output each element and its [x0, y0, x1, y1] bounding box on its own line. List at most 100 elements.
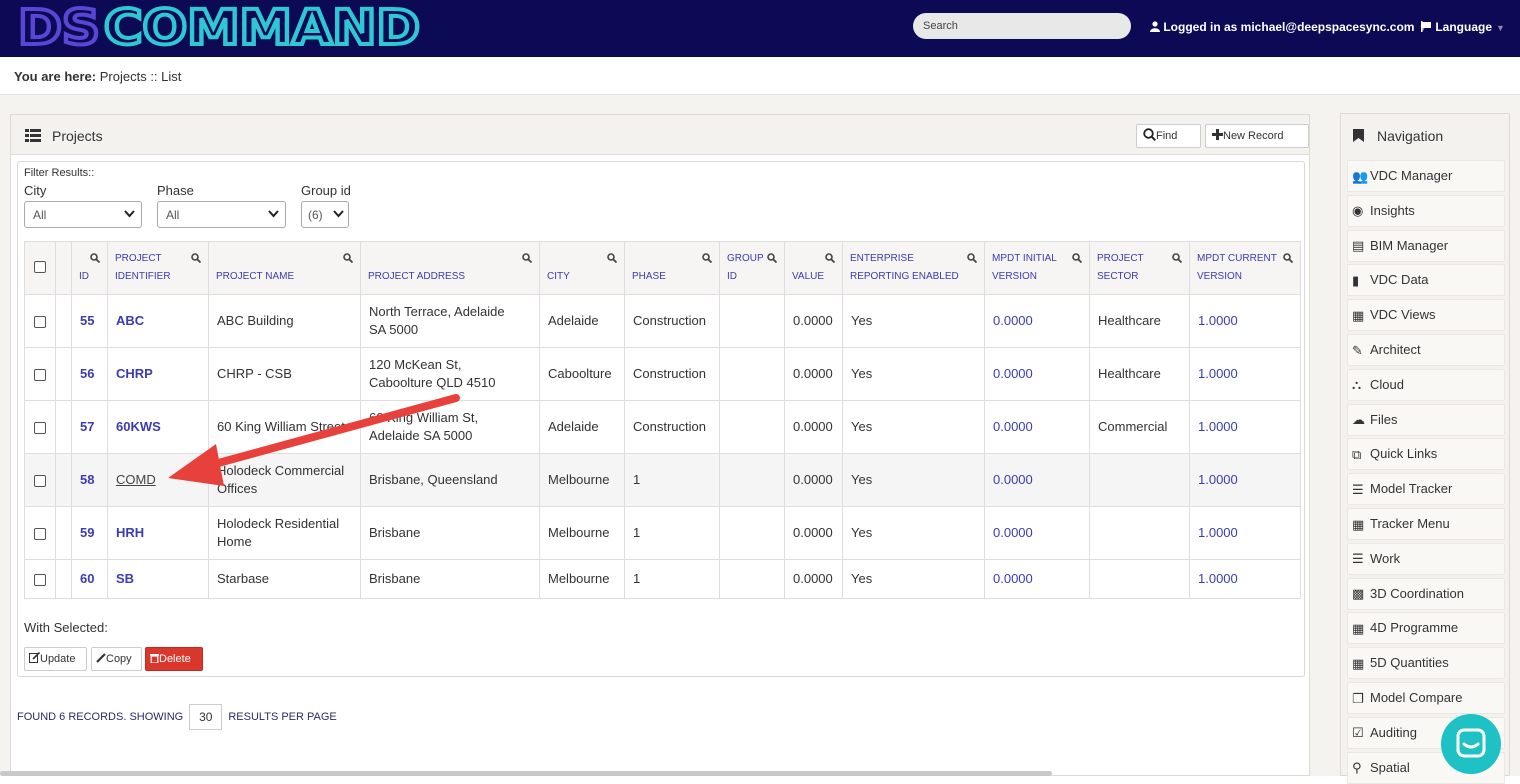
search-icon[interactable]	[967, 253, 977, 263]
column-header-project-name[interactable]: PROJECT NAME	[208, 241, 361, 295]
search-icon[interactable]	[191, 253, 201, 263]
nav-item-vdc-manager[interactable]: 👥 VDC Manager	[1347, 160, 1505, 192]
nav-item-work[interactable]: ☰ Work	[1347, 542, 1505, 575]
search-icon[interactable]	[90, 253, 100, 263]
column-header-group-id[interactable]: GROUP ID	[719, 241, 785, 295]
mpdt-initial-link[interactable]: 0.0000	[993, 472, 1033, 487]
nav-item-insights[interactable]: ◉ Insights	[1347, 194, 1505, 227]
new-record-button[interactable]: New Record	[1205, 124, 1309, 148]
search-icon[interactable]	[1172, 253, 1182, 263]
row-checkbox[interactable]	[34, 474, 46, 487]
sector-cell: Healthcare	[1089, 347, 1190, 401]
find-button[interactable]: Find	[1136, 124, 1201, 148]
row-checkbox[interactable]	[34, 527, 46, 540]
nav-item-model-compare[interactable]: ❐ Model Compare	[1347, 682, 1505, 714]
row-checkbox[interactable]	[34, 315, 46, 328]
update-button[interactable]: Update	[24, 647, 87, 671]
delete-button[interactable]: Delete	[145, 647, 203, 671]
column-header-value[interactable]: VALUE	[784, 241, 843, 295]
mpdt-current-link[interactable]: 1.0000	[1198, 419, 1238, 434]
column-header-label: GROUP	[727, 253, 764, 264]
search-icon[interactable]	[1072, 253, 1082, 263]
column-header-mpdt-initial-version[interactable]: MPDT INITIAL VERSION	[984, 241, 1090, 295]
search-icon[interactable]	[767, 253, 777, 263]
nav-item-bim-manager[interactable]: ▤ BIM Manager	[1347, 229, 1505, 262]
mpdt-initial-link[interactable]: 0.0000	[993, 419, 1033, 434]
nav-item-vdc-data[interactable]: ▮ VDC Data	[1347, 264, 1505, 297]
mpdt-initial-link[interactable]: 0.0000	[993, 525, 1033, 540]
id-link[interactable]: 60	[80, 571, 94, 586]
column-header-label: MPDT CURRENT	[1197, 253, 1277, 264]
row-checkbox[interactable]	[34, 368, 46, 381]
table-row[interactable]: 60 SB Starbase Brisbane Melbourne 1 0.0000 Yes 0…	[24, 559, 1301, 599]
identifier-link[interactable]: HRH	[116, 525, 144, 540]
nav-item-files[interactable]: ☁ Files	[1347, 403, 1505, 436]
chat-launcher[interactable]	[1441, 714, 1501, 774]
city-filter-select[interactable]: All	[24, 201, 142, 228]
user-menu[interactable]: Logged in as michael@deepspacesync.com▼	[1150, 20, 1427, 34]
phase-filter-select[interactable]: All	[157, 201, 286, 228]
mpdt-current-link[interactable]: 1.0000	[1198, 525, 1238, 540]
mpdt-initial-link[interactable]: 0.0000	[993, 571, 1033, 586]
column-header-phase[interactable]: PHASE	[624, 241, 720, 295]
identifier-link[interactable]: SB	[116, 571, 134, 586]
mpdt-current-link[interactable]: 1.0000	[1198, 313, 1238, 328]
language-menu[interactable]: Language ▼	[1421, 20, 1505, 34]
table-row[interactable]: 59 HRH Holodeck Residential Home Brisbane Mel…	[24, 506, 1301, 560]
column-header-project-identifier[interactable]: PROJECT IDENTIFIER	[107, 241, 209, 295]
search-icon[interactable]	[1283, 253, 1293, 263]
table-row[interactable]: 57 60KWS 60 King William Street 60 King Wil…	[24, 400, 1301, 454]
row-checkbox[interactable]	[34, 421, 46, 434]
mpdt-initial-link[interactable]: 0.0000	[993, 313, 1033, 328]
mpdt-current-link[interactable]: 1.0000	[1198, 366, 1238, 381]
search-icon[interactable]	[702, 253, 712, 263]
mpdt-current-link[interactable]: 1.0000	[1198, 472, 1238, 487]
column-header-label: PROJECT ADDRESS	[368, 271, 466, 282]
horizontal-scrollbar[interactable]	[0, 771, 1052, 776]
id-link[interactable]: 59	[80, 525, 94, 540]
nav-item-4d-programme[interactable]: ▦ 4D Programme	[1347, 612, 1505, 645]
nav-item-5d-quantities[interactable]: ▦ 5D Quantities	[1347, 647, 1505, 680]
column-header-project-address[interactable]: PROJECT ADDRESS	[360, 241, 540, 295]
nav-item-cloud[interactable]: ⛬ Cloud	[1347, 368, 1505, 401]
nav-item-3d-coordination[interactable]: ▩ 3D Coordination	[1347, 577, 1505, 610]
nav-item-vdc-views[interactable]: ▦ VDC Views	[1347, 299, 1505, 332]
column-header-mpdt-current-version[interactable]: MPDT CURRENT VERSION	[1189, 241, 1301, 295]
name-cell: 60 King William Street	[208, 400, 361, 454]
column-header-enterprise-reporting[interactable]: ENTERPRISE REPORTING ENABLED	[842, 241, 985, 295]
search-icon[interactable]	[522, 253, 532, 263]
cell-text: Adelaide	[548, 419, 599, 434]
nav-item-quick-links[interactable]: ⧉ Quick Links	[1347, 438, 1505, 471]
dscommand-logo[interactable]: DS COMMAND	[18, 2, 428, 52]
column-header-city[interactable]: CITY	[539, 241, 625, 295]
search-icon[interactable]	[343, 253, 353, 263]
group-id-filter-select[interactable]: (6)	[301, 201, 349, 228]
city-cell: Melbourne	[539, 506, 625, 560]
mpdt-current-link[interactable]: 1.0000	[1198, 571, 1238, 586]
nav-item-tracker-menu[interactable]: ▦ Tracker Menu	[1347, 508, 1505, 540]
per-page-input[interactable]: 30	[189, 704, 223, 730]
identifier-link[interactable]: COMD	[116, 472, 156, 487]
nav-item-architect[interactable]: ✎ Architect	[1347, 334, 1505, 366]
identifier-link[interactable]: CHRP	[116, 366, 153, 381]
identifier-link[interactable]: ABC	[116, 313, 144, 328]
table-row[interactable]: 55 ABC ABC Building North Terrace, Adelaide…	[24, 294, 1301, 348]
table-row[interactable]: 56 CHRP CHRP - CSB 120 McKean St, Caboolture…	[24, 347, 1301, 401]
id-link[interactable]: 58	[80, 472, 94, 487]
column-header-project-sector[interactable]: PROJECT SECTOR	[1089, 241, 1190, 295]
column-header-id[interactable]: ID	[71, 241, 108, 295]
id-link[interactable]: 56	[80, 366, 94, 381]
breadcrumb-path[interactable]: Projects :: List	[100, 69, 182, 84]
id-link[interactable]: 55	[80, 313, 94, 328]
identifier-link[interactable]: 60KWS	[116, 419, 161, 434]
mpdt-initial-link[interactable]: 0.0000	[993, 366, 1033, 381]
table-row[interactable]: 58 COMD Holodeck Commercial Offices Brisbane…	[24, 453, 1301, 507]
search-icon[interactable]	[825, 253, 835, 263]
id-link[interactable]: 57	[80, 419, 94, 434]
search-icon[interactable]	[607, 253, 617, 263]
select-all-checkbox[interactable]	[34, 261, 46, 274]
search-input[interactable]	[913, 13, 1131, 39]
copy-button[interactable]: Copy	[91, 647, 142, 671]
row-checkbox[interactable]	[34, 573, 46, 586]
nav-item-model-tracker[interactable]: ☰ Model Tracker	[1347, 473, 1505, 506]
